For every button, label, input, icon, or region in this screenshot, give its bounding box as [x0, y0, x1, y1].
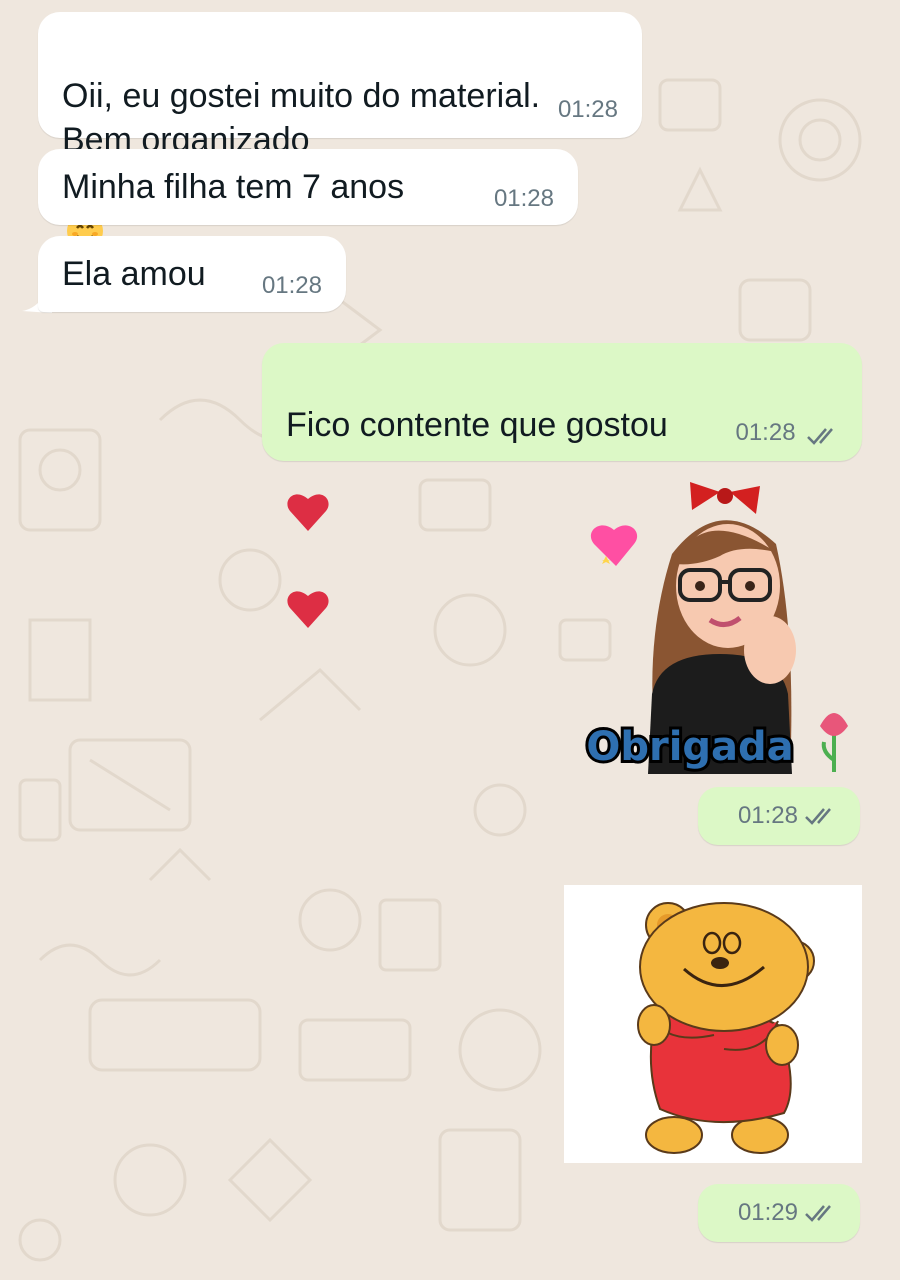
message-timestamp: 01:28: [735, 419, 796, 446]
girl-avatar-sticker-image: Obrigada: [583, 482, 848, 774]
message-text: Oii, eu gostei muito do material. Bem or…: [62, 30, 618, 263]
message-timestamp: 01:28: [261, 272, 322, 299]
message-meta: 01:28: [735, 419, 840, 447]
incoming-message[interactable]: Minha filha tem 7 anos 01:28: [38, 149, 578, 225]
sticker-obrigada[interactable]: Obrigada: [580, 474, 860, 784]
message-text: Minha filha tem 7 anos: [62, 168, 405, 206]
message-timestamp: 01:28: [493, 185, 554, 212]
incoming-message[interactable]: Oii, eu gostei muito do material. Bem or…: [38, 12, 642, 249]
message-timestamp: 01:29: [737, 1199, 798, 1226]
sticker-meta-pill: 01:29: [698, 1184, 860, 1242]
read-ticks-icon: [807, 427, 833, 445]
message-timestamp: 01:28: [557, 96, 618, 123]
read-ticks-icon: [805, 808, 831, 825]
read-ticks-icon: [805, 1205, 831, 1222]
incoming-message[interactable]: Ela amou 01:28: [38, 236, 346, 312]
sticker-meta-pill: 01:28: [698, 787, 860, 845]
red-heart-icon: [286, 447, 330, 544]
teddy-bear-hug-image: [637, 902, 815, 1154]
sticker-caption: Obrigada: [586, 724, 793, 770]
sparkling-heart-icon: [590, 525, 638, 566]
sticker-teddy-bear[interactable]: [564, 885, 862, 1163]
message-timestamp: 01:28: [737, 802, 798, 829]
outgoing-message[interactable]: Fico contente que gostou 01:28: [262, 343, 862, 628]
tulip-icon: [820, 713, 848, 772]
red-heart-icon: [286, 544, 330, 641]
